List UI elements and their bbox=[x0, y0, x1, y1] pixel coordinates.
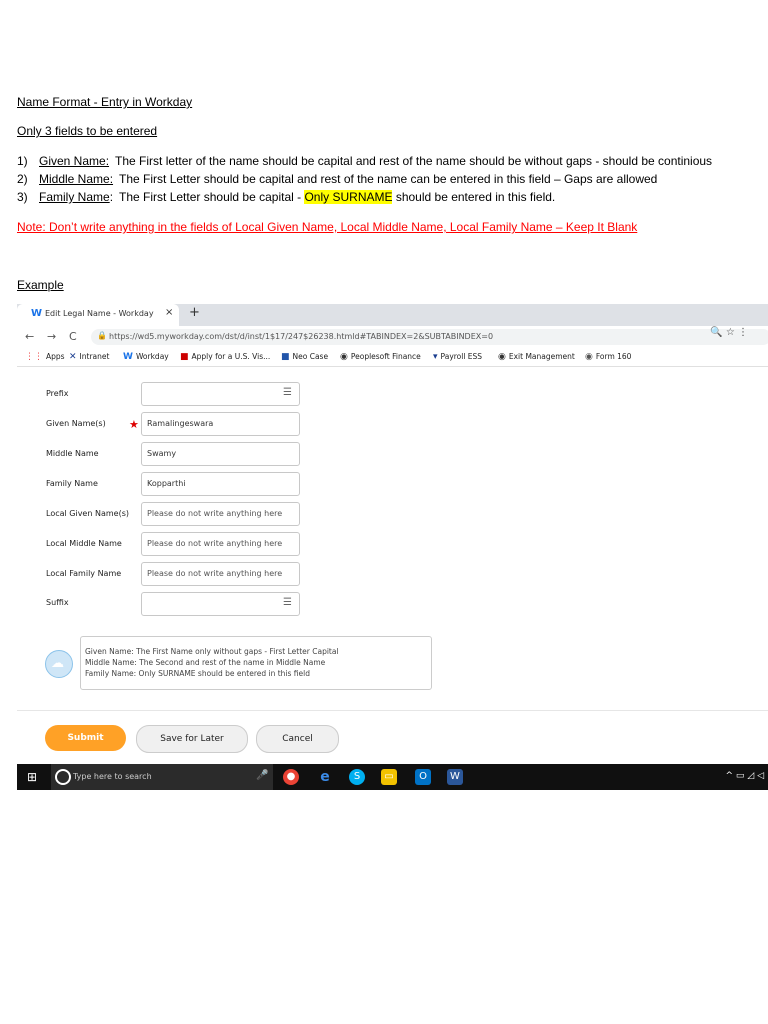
family-name-input[interactable]: Kopparthi bbox=[141, 472, 300, 496]
rule-family-name: 3) Family Name: The First Letter should be… bbox=[17, 190, 555, 204]
given-names-input[interactable]: Ramalingeswara bbox=[141, 412, 300, 436]
windows-taskbar: ⊞ Type here to search 🎤 ● e S ▭ O W ^ ▭ … bbox=[17, 764, 768, 790]
bookmarks-bar: ⋮⋮ Apps ✕ Intranet W Workday ■ Apply for a U… bbox=[17, 350, 768, 367]
microphone-icon[interactable]: 🎤 bbox=[256, 770, 268, 781]
prefix-select[interactable]: ☰ bbox=[141, 382, 300, 406]
label-local-middle-name: Local Middle Name bbox=[46, 539, 122, 548]
highlight-only-surname: Only SURNAME bbox=[304, 190, 393, 204]
help-textbox[interactable]: Given Name: The First Name only without … bbox=[80, 636, 432, 690]
bookmark-workday[interactable]: W Workday bbox=[123, 352, 169, 362]
rule-colon: : bbox=[109, 190, 114, 204]
word-icon[interactable]: W bbox=[447, 769, 463, 785]
rule-label: Middle Name: bbox=[39, 172, 114, 186]
browser-tools-icons[interactable]: 🔍 ☆ ⋮ bbox=[710, 327, 748, 338]
reload-icon[interactable]: C bbox=[69, 330, 77, 343]
skype-icon[interactable]: S bbox=[349, 769, 365, 785]
rule-label: Given Name: bbox=[39, 154, 110, 168]
label-local-given-names: Local Given Name(s) bbox=[46, 509, 129, 518]
browser-nav-bar: ← → C 🔒 https://wd5.myworkday.com/dst/d/… bbox=[17, 326, 768, 348]
rule-text: The First letter of the name should be c… bbox=[115, 154, 713, 168]
apps-grid-icon: ⋮⋮ bbox=[25, 352, 43, 362]
bookmark-apps[interactable]: ⋮⋮ Apps bbox=[25, 352, 65, 362]
close-tab-icon[interactable]: × bbox=[165, 307, 173, 318]
rule-number: 1) bbox=[17, 154, 28, 168]
list-icon: ☰ bbox=[283, 597, 292, 608]
edge-icon[interactable]: e bbox=[317, 769, 333, 785]
cancel-button[interactable]: Cancel bbox=[256, 725, 339, 753]
rule-number: 3) bbox=[17, 190, 28, 204]
local-family-name-input[interactable]: Please do not write anything here bbox=[141, 562, 300, 586]
label-local-family-name: Local Family Name bbox=[46, 569, 122, 578]
chrome-icon[interactable]: ● bbox=[283, 769, 299, 785]
example-heading: Example bbox=[17, 278, 64, 292]
local-given-names-input[interactable]: Please do not write anything here bbox=[141, 502, 300, 526]
forward-icon[interactable]: → bbox=[47, 330, 56, 343]
new-tab-icon[interactable]: + bbox=[189, 305, 200, 320]
divider bbox=[17, 710, 768, 711]
address-bar[interactable]: 🔒 https://wd5.myworkday.com/dst/d/inst/1… bbox=[91, 329, 768, 345]
neo-case-icon: ■ bbox=[281, 352, 290, 362]
payroll-icon: ▾ bbox=[433, 352, 438, 362]
label-prefix: Prefix bbox=[46, 389, 69, 398]
workday-icon: W bbox=[123, 352, 133, 362]
bookmark-peoplesoft-finance[interactable]: ◉ Peoplesoft Finance bbox=[340, 352, 421, 362]
label-suffix: Suffix bbox=[46, 598, 69, 607]
warning-note: Note: Don’t write anything in the fields… bbox=[17, 220, 638, 234]
windows-start-icon[interactable]: ⊞ bbox=[27, 770, 37, 784]
browser-tab-bar: W Edit Legal Name - Workday × + bbox=[17, 304, 768, 326]
save-for-later-button[interactable]: Save for Later bbox=[136, 725, 248, 753]
rule-text: The First Letter should be capital and r… bbox=[119, 172, 658, 186]
globe-icon: ◉ bbox=[340, 352, 348, 362]
label-given-names: Given Name(s) bbox=[46, 419, 106, 428]
help-line-family: Family Name: Only SURNAME should be ente… bbox=[85, 669, 310, 678]
cloud-icon: ☁ bbox=[45, 650, 73, 678]
rule-text: The First Letter should be capital - bbox=[119, 190, 302, 204]
form-icon: ◉ bbox=[585, 352, 593, 362]
doc-subtitle: Only 3 fields to be entered bbox=[17, 124, 158, 138]
submit-button[interactable]: Submit bbox=[45, 725, 126, 751]
outlook-icon[interactable]: O bbox=[415, 769, 431, 785]
doc-title: Name Format - Entry in Workday bbox=[17, 95, 193, 109]
help-line-middle: Middle Name: The Second and rest of the … bbox=[85, 658, 326, 667]
rule-text-after: should be entered in this field. bbox=[395, 190, 556, 204]
bookmark-neo-case[interactable]: ■ Neo Case bbox=[281, 352, 328, 362]
local-middle-name-input[interactable]: Please do not write anything here bbox=[141, 532, 300, 556]
bookmark-apply-visa[interactable]: ■ Apply for a U.S. Vis... bbox=[180, 352, 270, 362]
required-star-icon: ★ bbox=[129, 418, 139, 431]
cortana-icon bbox=[55, 769, 71, 785]
rule-label: Family Name bbox=[39, 190, 110, 204]
intranet-icon: ✕ bbox=[69, 352, 77, 362]
workday-screenshot: W Edit Legal Name - Workday × + ← → C 🔒 … bbox=[17, 304, 768, 790]
taskbar-search[interactable]: Type here to search 🎤 bbox=[51, 764, 273, 790]
middle-name-input[interactable]: Swamy bbox=[141, 442, 300, 466]
bookmark-intranet[interactable]: ✕ Intranet bbox=[69, 352, 109, 362]
suffix-select[interactable]: ☰ bbox=[141, 592, 300, 616]
rule-middle-name: 2) Middle Name: The First Letter should be… bbox=[17, 172, 657, 186]
system-tray-icons[interactable]: ^ ▭ ◿ ◁ bbox=[726, 771, 764, 781]
visa-icon: ■ bbox=[180, 352, 189, 362]
label-middle-name: Middle Name bbox=[46, 449, 99, 458]
browser-tab[interactable]: W Edit Legal Name - Workday × bbox=[17, 304, 179, 326]
workday-icon: W bbox=[31, 308, 43, 319]
rule-given-name: 1) Given Name: The First letter of the nam… bbox=[17, 154, 712, 168]
lock-icon: 🔒 bbox=[97, 331, 107, 340]
file-explorer-icon[interactable]: ▭ bbox=[381, 769, 397, 785]
help-line-given: Given Name: The First Name only without … bbox=[85, 647, 339, 656]
rule-number: 2) bbox=[17, 172, 28, 186]
bookmark-exit-management[interactable]: ◉ Exit Management bbox=[498, 352, 575, 362]
globe-icon: ◉ bbox=[498, 352, 506, 362]
label-family-name: Family Name bbox=[46, 479, 98, 488]
bookmark-form-160[interactable]: ◉ Form 160 bbox=[585, 352, 631, 362]
tab-title: Edit Legal Name - Workday bbox=[45, 309, 154, 318]
url-text: https://wd5.myworkday.com/dst/d/inst/1$1… bbox=[109, 332, 494, 341]
search-placeholder: Type here to search bbox=[73, 772, 152, 781]
back-icon[interactable]: ← bbox=[25, 330, 34, 343]
list-icon: ☰ bbox=[283, 387, 292, 398]
bookmark-payroll-ess[interactable]: ▾ Payroll ESS bbox=[433, 352, 482, 362]
